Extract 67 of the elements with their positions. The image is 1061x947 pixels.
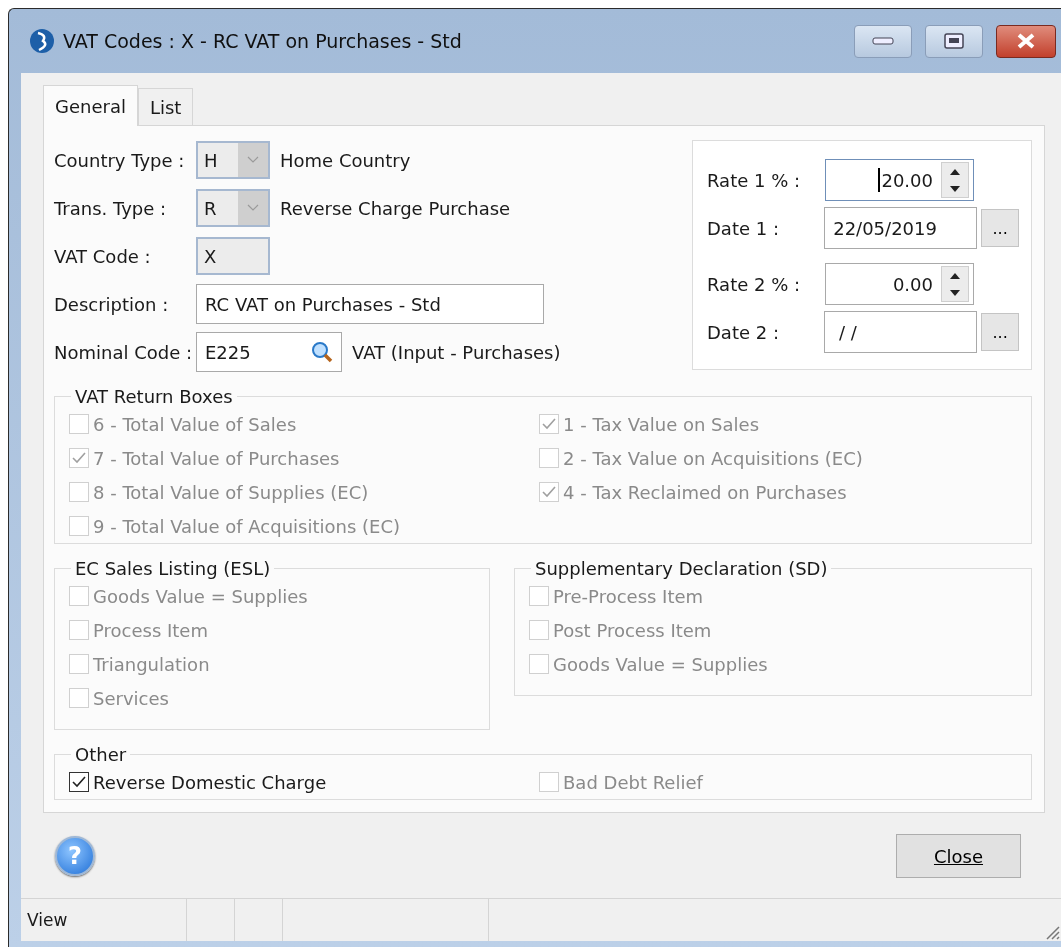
down-arrow-icon	[950, 185, 960, 192]
field-note: Home Country	[280, 149, 411, 171]
chevron-down-icon	[246, 203, 260, 213]
tab[interactable]: General	[43, 85, 138, 126]
checkbox-label: Goods Value = Supplies	[553, 653, 768, 675]
checkbox-label: 9 - Total Value of Acquisitions (EC)	[93, 515, 401, 537]
checkbox-label: 6 - Total Value of Sales	[93, 413, 297, 435]
date-field[interactable]: 22/05/2019	[824, 207, 978, 249]
group-title: VAT Return Boxes	[74, 386, 234, 407]
checkbox[interactable]	[69, 772, 89, 792]
field-label: VAT Code :	[54, 245, 152, 267]
checkbox-label: Reverse Domestic Charge	[93, 771, 327, 793]
checkbox-label: Triangulation	[93, 653, 210, 675]
checkbox-label: Process Item	[93, 619, 208, 641]
maximize-button[interactable]	[925, 24, 983, 58]
spin-field[interactable]: 0.00	[825, 263, 974, 305]
spin-up-button[interactable]	[942, 163, 968, 180]
input-field[interactable]: E225	[196, 332, 342, 372]
minimize-button[interactable]	[854, 24, 912, 58]
field-label: Rate 1 % :	[707, 169, 802, 191]
dropdown[interactable]: R	[196, 189, 270, 227]
field-label: Description :	[54, 293, 170, 315]
chevron-down-icon	[246, 155, 260, 165]
field-note: VAT (Input - Purchases)	[352, 341, 561, 363]
status-text: View	[21, 899, 187, 941]
search-icon[interactable]	[311, 341, 333, 363]
window-title: VAT Codes : X - RC VAT on Purchases - Std	[63, 30, 463, 52]
date-field[interactable]: / /	[824, 311, 978, 353]
checkbox-label: 2 - Tax Value on Acquisitions (EC)	[563, 447, 863, 469]
checkbox-label: 8 - Total Value of Supplies (EC)	[93, 481, 369, 503]
checkbox-label: 1 - Tax Value on Sales	[563, 413, 759, 435]
field-label: Date 2 :	[707, 321, 780, 343]
field-label: Country Type :	[54, 149, 186, 171]
group-title: Supplementary Declaration (SD)	[534, 558, 829, 579]
close-button[interactable]: Close	[896, 834, 1021, 878]
field-label: Trans. Type :	[54, 197, 168, 219]
field-note: Reverse Charge Purchase	[280, 197, 511, 219]
spin-up-button[interactable]	[942, 267, 968, 284]
input-field[interactable]: RC VAT on Purchases - Std	[196, 284, 544, 324]
text-cursor-icon	[878, 167, 881, 192]
down-arrow-icon	[950, 289, 960, 296]
input-field[interactable]: X	[196, 237, 270, 275]
spin-down-button[interactable]	[942, 284, 968, 301]
up-arrow-icon	[950, 168, 960, 175]
up-arrow-icon	[950, 272, 960, 279]
group-title: Other	[74, 744, 128, 765]
field-label: Date 1 :	[707, 217, 780, 239]
checkbox-label: Bad Debt Relief	[563, 771, 703, 793]
maximize-icon	[944, 33, 964, 49]
date-picker-button[interactable]: ...	[981, 313, 1019, 351]
close-window-button[interactable]	[996, 24, 1056, 58]
dropdown[interactable]: H	[196, 141, 270, 179]
checkbox-label: Pre-Process Item	[553, 585, 704, 607]
date-picker-button[interactable]: ...	[981, 209, 1019, 247]
group-title: EC Sales Listing (ESL)	[74, 558, 272, 579]
checkbox-label: Post Process Item	[553, 619, 712, 641]
field-label: Rate 2 % :	[707, 273, 802, 295]
spin-down-button[interactable]	[942, 180, 968, 197]
minimize-icon	[872, 37, 894, 45]
close-icon	[1016, 33, 1036, 49]
checkbox-label: Services	[93, 687, 169, 709]
spin-field[interactable]: 20.00	[825, 159, 974, 201]
tab[interactable]: List	[137, 88, 194, 125]
app-logo-icon	[29, 27, 55, 55]
checkbox-label: 7 - Total Value of Purchases	[93, 447, 340, 469]
checkbox-label: 4 - Tax Reclaimed on Purchases	[563, 481, 847, 503]
checkbox-label: Goods Value = Supplies	[93, 585, 308, 607]
